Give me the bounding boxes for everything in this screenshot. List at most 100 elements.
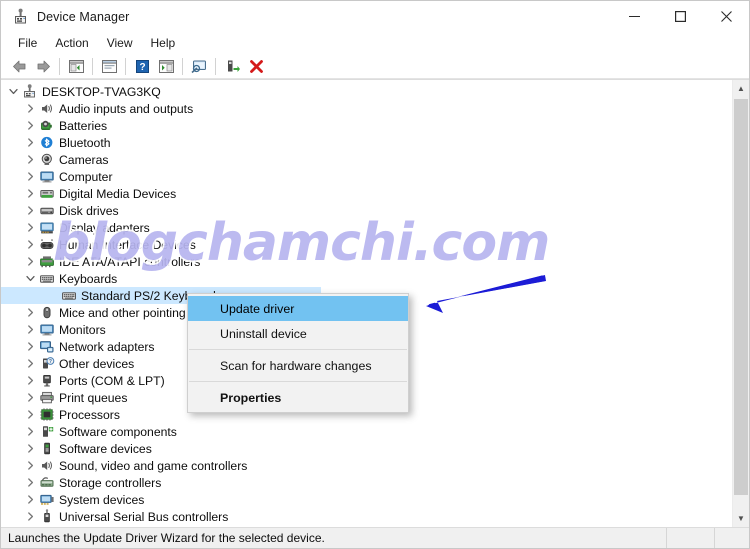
update-driver-icon[interactable] [220,55,244,77]
menu-view[interactable]: View [98,34,142,52]
context-menu-item-scan-for-hardware-changes[interactable]: Scan for hardware changes [188,353,408,378]
menu-bar: File Action View Help [1,32,749,54]
tree-node[interactable]: Cameras [1,151,732,168]
keyboard-icon [38,271,55,287]
vertical-scrollbar[interactable]: ▲ ▼ [732,80,749,527]
chevron-right-icon[interactable] [22,458,38,474]
chevron-right-icon[interactable] [22,135,38,151]
chevron-right-icon[interactable] [22,373,38,389]
close-button[interactable] [703,1,749,32]
tree-node[interactable]: Bluetooth [1,134,732,151]
scroll-up-arrow-icon[interactable]: ▲ [733,80,749,97]
scrollbar-thumb[interactable] [734,99,748,496]
tree-node-label: IDE ATA/ATAPI controllers [59,254,201,269]
context-menu-separator [189,381,407,382]
red-x-icon[interactable] [244,55,268,77]
chevron-right-icon[interactable] [22,356,38,372]
tree-node-label: Batteries [59,118,108,133]
tree-node[interactable]: Sound, video and game controllers [1,457,732,474]
tree-node-label: Sound, video and game controllers [59,458,248,473]
chevron-right-icon[interactable] [22,118,38,134]
minimize-button[interactable] [611,1,657,32]
chevron-right-icon[interactable] [22,169,38,185]
chevron-right-icon[interactable] [22,220,38,236]
chevron-right-icon[interactable] [22,424,38,440]
chevron-right-icon[interactable] [22,152,38,168]
chevron-right-icon[interactable] [22,509,38,525]
tree-node[interactable]: Batteries [1,117,732,134]
action-pane-icon[interactable] [154,55,178,77]
tree-node-label: Ports (COM & LPT) [59,373,165,388]
tree-node[interactable]: Display adapters [1,219,732,236]
chevron-right-icon[interactable] [22,101,38,117]
context-menu-item-uninstall-device[interactable]: Uninstall device [188,321,408,346]
tree-node[interactable]: Keyboards [1,270,732,287]
chevron-right-icon[interactable] [22,441,38,457]
tree-node-label: Network adapters [59,339,155,354]
maximize-button[interactable] [657,1,703,32]
tree-node[interactable]: Audio inputs and outputs [1,100,732,117]
tree-node-label: Storage controllers [59,475,162,490]
tree-node[interactable]: System devices [1,491,732,508]
menu-file[interactable]: File [9,34,46,52]
status-bar-pane-1 [666,528,714,548]
context-menu-separator [189,349,407,350]
tree-node-label: Display adapters [59,220,150,235]
window-controls [611,1,749,32]
sound-controller-icon [38,458,55,474]
chevron-right-icon[interactable] [22,203,38,219]
chevron-right-icon[interactable] [22,186,38,202]
tree-node[interactable]: Storage controllers [1,474,732,491]
window-title: Device Manager [37,9,130,24]
status-bar: Launches the Update Driver Wizard for th… [1,527,749,548]
tree-node-label: Other devices [59,356,135,371]
speaker-icon [38,101,55,117]
chevron-right-icon[interactable] [22,407,38,423]
toolbar-separator-2 [92,57,93,75]
properties-window-icon[interactable] [97,55,121,77]
scan-monitor-icon[interactable] [187,55,211,77]
chevron-right-icon[interactable] [22,305,38,321]
tree-node[interactable]: DESKTOP-TVAG3KQ [1,83,732,100]
back-arrow-icon[interactable] [7,55,31,77]
toolbar-separator-5 [215,57,216,75]
tree-node[interactable]: Universal Serial Bus controllers [1,508,732,525]
tree-node[interactable]: Software components [1,423,732,440]
tree-node-label: Keyboards [59,271,118,286]
chevron-right-icon[interactable] [22,254,38,270]
port-icon [38,373,55,389]
chevron-right-icon[interactable] [22,475,38,491]
tree-node[interactable]: IDE ATA/ATAPI controllers [1,253,732,270]
console-tree-icon[interactable] [64,55,88,77]
status-bar-pane-2 [714,528,749,548]
context-menu-item-properties[interactable]: Properties [188,385,408,410]
tree-node-label: Digital Media Devices [59,186,177,201]
tree-node[interactable]: Disk drives [1,202,732,219]
tree-node[interactable]: Software devices [1,440,732,457]
scroll-down-arrow-icon[interactable]: ▼ [733,510,749,527]
chevron-down-icon[interactable] [22,271,38,287]
tree-node[interactable]: Human Interface Devices [1,236,732,253]
context-menu-item-update-driver[interactable]: Update driver [188,296,408,321]
toolbar-separator-1 [59,57,60,75]
chevron-down-icon[interactable] [5,84,21,100]
chevron-right-icon[interactable] [22,390,38,406]
tree-node[interactable]: Digital Media Devices [1,185,732,202]
chevron-right-icon[interactable] [22,322,38,338]
tree-node-label: Human Interface Devices [59,237,196,252]
tree-node[interactable]: Computer [1,168,732,185]
chevron-right-icon[interactable] [22,492,38,508]
menu-action[interactable]: Action [46,34,97,52]
scrollbar-track[interactable] [733,97,749,510]
keyboard-device-icon [60,288,77,304]
chevron-right-icon[interactable] [22,339,38,355]
menu-help[interactable]: Help [142,34,185,52]
monitor-icon [38,322,55,338]
forward-arrow-icon[interactable] [31,55,55,77]
help-question-icon[interactable]: ? [130,55,154,77]
svg-text:?: ? [48,359,51,365]
mouse-icon [38,305,55,321]
tree-node-label: Audio inputs and outputs [59,101,194,116]
chevron-right-icon[interactable] [22,237,38,253]
